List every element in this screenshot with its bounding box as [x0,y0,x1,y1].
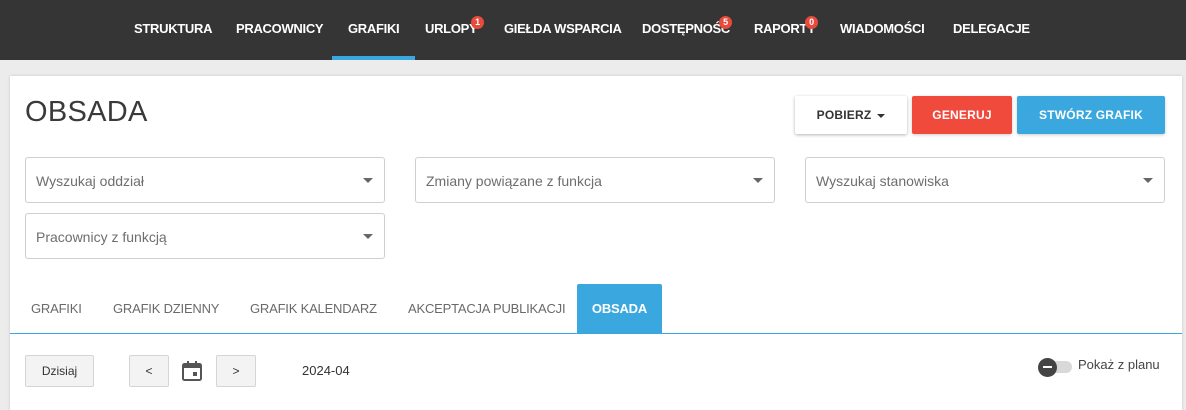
dropdown-arrow-icon [363,178,373,183]
nav-item-label: WIADOMOŚCI [840,21,925,36]
create-schedule-button[interactable]: STWÓRZ GRAFIK [1017,96,1165,134]
show-from-plan-label: Pokaż z planu [1078,357,1160,372]
top-navigation: STRUKTURA PRACOWNICY GRAFIKI URLOPY 1 GIE… [0,0,1186,60]
select-placeholder: Zmiany powiązane z funkcja [426,173,602,189]
view-tabs: GRAFIKI GRAFIK DZIENNY GRAFIK KALENDARZ … [10,284,1182,334]
nav-item-pracownicy[interactable]: PRACOWNICY [236,0,324,60]
nav-item-label: GRAFIKI [348,21,400,36]
dropdown-arrow-icon [363,234,373,239]
toggle-knob [1038,358,1057,377]
nav-item-wiadomosci[interactable]: WIADOMOŚCI [840,0,925,60]
nav-item-label: GIEŁDA WSPARCIA [504,21,622,36]
generate-button[interactable]: GENERUJ [912,96,1012,134]
current-month: 2024-04 [302,363,350,378]
next-month-button[interactable]: > [216,355,256,387]
nav-item-label: DOSTĘPNOŚĆ [642,21,731,36]
previous-month-button[interactable]: < [129,355,169,387]
nav-item-label: URLOPY [425,21,478,36]
nav-item-struktura[interactable]: STRUKTURA [134,0,212,60]
tab-grafik-kalendarz[interactable]: GRAFIK KALENDARZ [250,284,377,334]
shifts-function-select[interactable]: Zmiany powiązane z funkcja [415,157,775,203]
nav-item-label: PRACOWNICY [236,21,324,36]
dropdown-arrow-icon [753,178,763,183]
show-from-plan-toggle[interactable] [1038,358,1074,377]
page-title: OBSADA [25,96,148,128]
nav-item-gielda-wsparcia[interactable]: GIEŁDA WSPARCIA [504,0,622,60]
nav-item-label: STRUKTURA [134,21,213,36]
nav-item-urlopy[interactable]: URLOPY 1 [425,0,484,60]
nav-badge-raporty: 0 [805,16,818,29]
calendar-icon[interactable] [181,360,203,382]
dropdown-arrow-icon [1143,178,1153,183]
today-button[interactable]: Dzisiaj [25,355,94,387]
select-placeholder: Wyszukaj oddział [36,173,145,189]
employees-function-select[interactable]: Pracownicy z funkcją [25,213,385,259]
tab-akceptacja-publikacji[interactable]: AKCEPTACJA PUBLIKACJI [408,284,566,334]
download-dropdown-button[interactable]: POBIERZ [795,96,907,134]
nav-item-label: RAPORTY [754,21,816,36]
tab-grafiki[interactable]: GRAFIKI [31,284,82,334]
nav-item-dostepnosc[interactable]: DOSTĘPNOŚĆ 5 [642,0,732,60]
download-button-label: POBIERZ [816,108,872,122]
department-search-select[interactable]: Wyszukaj oddział [25,157,385,203]
nav-badge-urlopy: 1 [471,16,484,29]
tab-obsada[interactable]: OBSADA [577,284,662,334]
main-panel: OBSADA POBIERZ GENERUJ STWÓRZ GRAFIK Wys… [10,76,1182,410]
nav-item-delegacje[interactable]: DELEGACJE [953,0,1030,60]
nav-item-label: DELEGACJE [953,21,1030,36]
tab-grafik-dzienny[interactable]: GRAFIK DZIENNY [113,284,219,334]
nav-badge-dostepnosc: 5 [719,16,732,29]
position-search-select[interactable]: Wyszukaj stanowiska [805,157,1165,203]
nav-item-raporty[interactable]: RAPORTY 0 [754,0,818,60]
nav-item-grafiki[interactable]: GRAFIKI [331,0,416,60]
select-placeholder: Pracownicy z funkcją [36,229,167,245]
select-placeholder: Wyszukaj stanowiska [816,173,949,189]
caret-down-icon [877,113,886,118]
